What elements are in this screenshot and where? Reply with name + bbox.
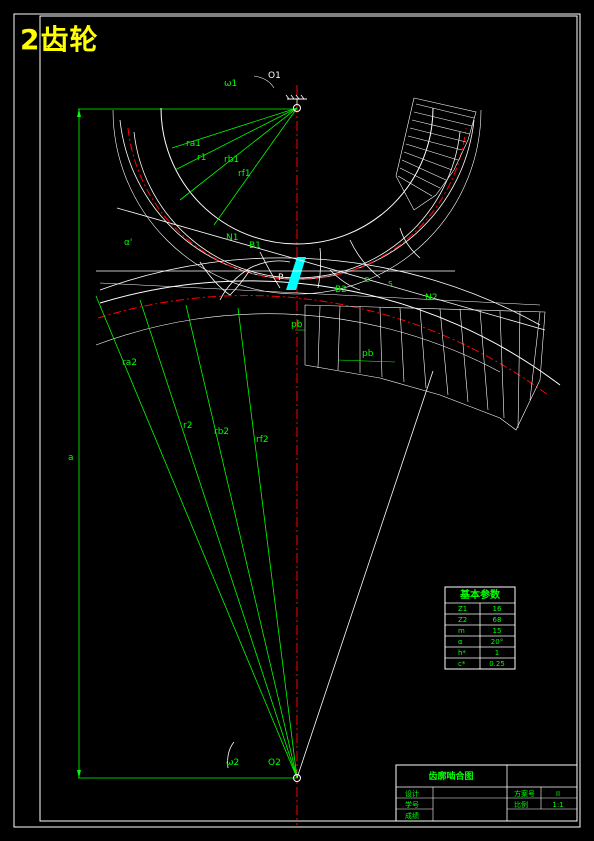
- pitch-point-label: P: [278, 273, 284, 283]
- pb-dimension: [337, 359, 396, 363]
- param-value: 20°: [491, 638, 503, 646]
- param-value: 1: [495, 649, 499, 657]
- rb2-label: rb2: [214, 427, 229, 437]
- drawing-frame: [39, 15, 578, 822]
- param-name: m: [458, 627, 465, 635]
- param-value: 16: [493, 605, 502, 613]
- rf2-label: rf2: [256, 435, 269, 445]
- o2-label: O2: [268, 758, 281, 768]
- center-distance-label: a: [68, 453, 74, 463]
- s-label: s: [388, 279, 393, 289]
- ra1-label: ra1: [186, 139, 201, 149]
- gear1-tooth-envelope: [395, 97, 477, 211]
- pb-label: pb: [362, 349, 374, 359]
- r1-label: r1: [197, 153, 206, 163]
- o1-label: O1: [268, 71, 281, 81]
- ra2-label: ra2: [122, 358, 137, 368]
- params-table: 基本参数 Z1 16 Z2 68 m 15 α 20° h* 1 c* 0.25: [444, 586, 516, 670]
- omega1-label: ω1: [224, 79, 237, 89]
- title-block-row-label: 成绩: [405, 811, 419, 820]
- gear-mesh-drawing: ω1 O1 ω2 O2 ra1 r1 rb1 rf1 α' a ra2 r2 r…: [13, 13, 581, 828]
- pb2-label: pb: [291, 320, 303, 330]
- title-block-right-value: 1:1: [552, 801, 563, 809]
- r2-label: r2: [183, 421, 192, 431]
- title-block-right-value: II: [556, 790, 560, 798]
- e-label: e: [364, 275, 370, 285]
- gear2-circles: [95, 257, 561, 396]
- param-value: 0.25: [489, 660, 505, 668]
- param-name: h*: [458, 649, 466, 657]
- rb1-label: rb1: [224, 155, 239, 165]
- gear2-tooth-envelope: [304, 304, 546, 431]
- b1-label: B1: [249, 241, 261, 251]
- gear2-radius-lines: [95, 295, 298, 779]
- n1-label: N1: [226, 233, 238, 243]
- title-block-right-label: 方案号: [514, 789, 535, 798]
- param-name: Z1: [458, 605, 467, 613]
- param-name: Z2: [458, 616, 467, 624]
- params-table-title: 基本参数: [459, 588, 501, 601]
- param-name: α: [458, 638, 463, 646]
- omega2-label: ω2: [226, 758, 239, 768]
- title-block: 齿廓啮合图 设计 学号 成绩 方案号 II 比例 1:1: [395, 764, 578, 822]
- title-block-title: 齿廓啮合图: [428, 770, 473, 782]
- b2-label: B2: [335, 285, 347, 295]
- rf1-label: rf1: [238, 169, 251, 179]
- param-value: 68: [493, 616, 502, 624]
- title-block-right-label: 比例: [514, 800, 528, 809]
- param-name: c*: [458, 660, 466, 668]
- gear1-radius-lines: [171, 107, 298, 226]
- param-value: 15: [493, 627, 502, 635]
- n2-label: N2: [425, 293, 437, 303]
- title-block-row-label: 设计: [405, 789, 419, 798]
- alpha-label: α': [124, 238, 132, 248]
- title-block-row-label: 学号: [405, 800, 419, 809]
- base-tangent-line: [296, 370, 434, 779]
